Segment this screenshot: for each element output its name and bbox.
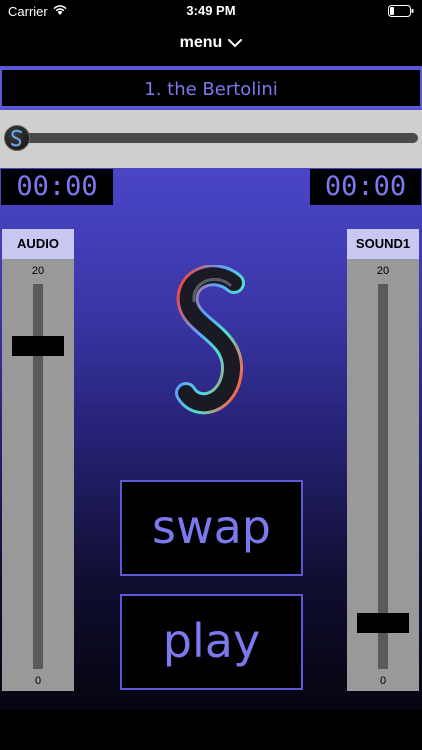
progress-scrubber[interactable] — [0, 110, 422, 168]
sound1-fader-track[interactable] — [378, 284, 388, 669]
menu-label: menu — [179, 34, 223, 51]
logo-s-icon — [10, 129, 23, 147]
app-logo-s-icon — [175, 265, 245, 415]
swap-button[interactable]: swap — [120, 480, 303, 576]
menu-bar: menu — [0, 24, 422, 66]
clock: 3:49 PM — [186, 3, 236, 18]
menu-button[interactable]: menu — [0, 34, 422, 52]
track-title: 1. the Bertolini — [144, 79, 278, 100]
scrubber-thumb[interactable] — [4, 125, 30, 151]
sound1-fader-min: 0 — [379, 675, 387, 687]
scrubber-track[interactable] — [4, 133, 418, 143]
audio-fader: AUDIO 20 0 — [2, 229, 74, 691]
status-bar: Carrier 3:49 PM — [0, 0, 422, 24]
audio-fader-label: AUDIO — [2, 229, 74, 259]
battery-icon — [388, 5, 414, 17]
sound1-fader: SOUND1 20 0 — [347, 229, 419, 691]
chevron-down-icon — [228, 38, 243, 48]
sound1-fader-max: 20 — [376, 265, 390, 277]
sound1-fader-label: SOUND1 — [347, 229, 419, 259]
bottom-strip — [0, 710, 422, 750]
elapsed-timer: 00:00 — [1, 169, 113, 205]
audio-fader-max: 20 — [31, 265, 45, 277]
remaining-timer: 00:00 — [310, 169, 421, 205]
sound1-fader-handle[interactable] — [357, 612, 409, 633]
audio-fader-min: 0 — [34, 675, 42, 687]
audio-fader-handle[interactable] — [12, 335, 64, 356]
track-title-box[interactable]: 1. the Bertolini — [0, 68, 422, 108]
play-button[interactable]: play — [120, 594, 303, 690]
